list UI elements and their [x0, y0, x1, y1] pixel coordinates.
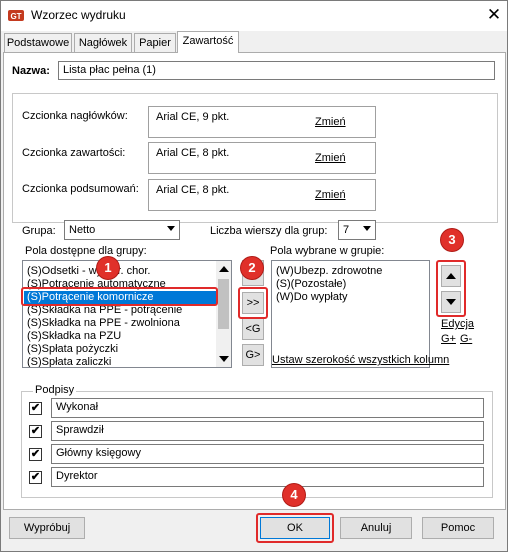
move-down-button[interactable]	[441, 291, 461, 313]
group-select[interactable]: Netto	[64, 220, 180, 240]
callout-badge-1: 1	[97, 257, 119, 279]
ok-button[interactable]: OK	[260, 517, 330, 539]
list-item[interactable]: (W)Do wypłaty	[273, 291, 423, 304]
selected-fields-list[interactable]: (W)Ubezp. zdrowotne (S)(Pozostałe) (W)Do…	[271, 260, 430, 368]
available-fields-label: Pola dostępne dla grupy:	[25, 245, 147, 257]
help-button[interactable]: Pomoc	[422, 517, 494, 539]
move-right-button[interactable]: >>	[242, 292, 264, 314]
font-content-value: Arial CE, 8 pkt.	[156, 147, 230, 159]
list-item[interactable]: (S)Odsetki - wyn.gr. chor.	[24, 265, 216, 278]
name-input[interactable]: Lista płac pełna (1)	[58, 61, 495, 80]
font-header-change-link[interactable]: Zmień	[315, 116, 346, 128]
signature-checkbox[interactable]: ✔	[29, 471, 42, 484]
scroll-thumb[interactable]	[218, 279, 229, 329]
arrow-down-icon	[446, 299, 456, 305]
font-summary-change-link[interactable]: Zmień	[315, 189, 346, 201]
cancel-button[interactable]: Anuluj	[340, 517, 412, 539]
signature-checkbox[interactable]: ✔	[29, 448, 42, 461]
set-column-width-link[interactable]: Ustaw szerokość wszystkich kolumn	[272, 354, 449, 366]
list-item[interactable]: (W)Ubezp. zdrowotne	[273, 265, 423, 278]
list-item[interactable]: (S)Spłata pożyczki	[24, 343, 216, 356]
signature-input[interactable]: Sprawdził	[51, 421, 484, 441]
move-left-group-button[interactable]: <G	[242, 318, 264, 340]
callout-badge-4: 4	[283, 484, 305, 506]
group-label: Grupa:	[22, 225, 56, 237]
font-content-change-link[interactable]: Zmień	[315, 152, 346, 164]
rows-per-group-value: 7	[343, 224, 350, 236]
font-header-label: Czcionka nagłówków:	[22, 110, 128, 122]
tab-naglowek[interactable]: Nagłówek	[74, 33, 132, 53]
tab-zawartosc[interactable]: Zawartość	[177, 31, 239, 53]
app-icon: GT	[8, 10, 24, 21]
close-icon[interactable]: ✕	[484, 4, 504, 26]
chevron-down-icon	[363, 226, 371, 231]
available-scrollbar[interactable]	[216, 261, 231, 367]
list-item[interactable]: (S)(Pozostałe)	[273, 278, 423, 291]
name-label: Nazwa:	[12, 65, 50, 77]
group-plus-link[interactable]: G+	[441, 333, 456, 345]
rows-per-group-select[interactable]: 7	[338, 220, 376, 240]
font-summary-value: Arial CE, 8 pkt.	[156, 184, 230, 196]
font-header-value: Arial CE, 9 pkt.	[156, 111, 230, 123]
scroll-up-icon[interactable]	[219, 266, 229, 272]
list-item[interactable]: (S)Spłata zaliczki	[24, 356, 216, 367]
scroll-down-icon[interactable]	[219, 356, 229, 362]
edit-link[interactable]: Edycja	[441, 318, 474, 330]
list-item[interactable]: (S)Składka na PPE - zwolniona	[24, 317, 216, 330]
group-minus-link[interactable]: G-	[460, 333, 472, 345]
callout-badge-3: 3	[441, 229, 463, 251]
rows-per-group-label: Liczba wierszy dla grup:	[210, 225, 328, 237]
font-summary-label: Czcionka podsumowań:	[22, 183, 139, 195]
group-select-value: Netto	[69, 224, 96, 236]
available-fields-list[interactable]: (S)Odsetki - wyn.gr. chor. (S)Potrącenie…	[22, 260, 232, 368]
list-item[interactable]: (S)Składka na PZU	[24, 330, 216, 343]
signatures-label: Podpisy	[33, 384, 77, 396]
signature-input[interactable]: Główny księgowy	[51, 444, 484, 464]
move-up-button[interactable]	[441, 265, 461, 287]
svg-text:GT: GT	[10, 12, 21, 21]
arrow-up-icon	[446, 273, 456, 279]
selected-fields-label: Pola wybrane w grupie:	[270, 245, 385, 257]
list-item[interactable]: (S)Składka na PPE - potrącenie	[24, 304, 216, 317]
window-title: Wzorzec wydruku	[31, 8, 126, 22]
font-content-label: Czcionka zawartości:	[22, 147, 126, 159]
signature-checkbox[interactable]: ✔	[29, 425, 42, 438]
signature-input[interactable]: Wykonał	[51, 398, 484, 418]
signature-input[interactable]: Dyrektor	[51, 467, 484, 487]
chevron-down-icon	[167, 226, 175, 231]
tab-papier[interactable]: Papier	[134, 33, 176, 53]
list-item[interactable]: (S)Potrącenie automatyczne	[24, 278, 216, 291]
callout-badge-2: 2	[241, 257, 263, 279]
list-item-selected[interactable]: (S)Potrącenie komornicze	[24, 291, 216, 304]
test-button[interactable]: Wypróbuj	[9, 517, 85, 539]
move-right-group-button[interactable]: G>	[242, 344, 264, 366]
signature-checkbox[interactable]: ✔	[29, 402, 42, 415]
tab-podstawowe[interactable]: Podstawowe	[4, 33, 72, 53]
